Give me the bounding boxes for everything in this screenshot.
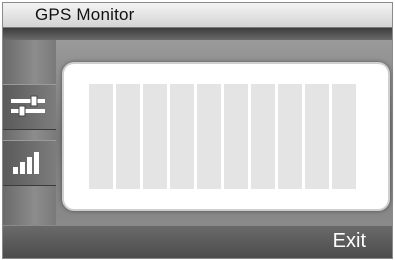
signal-strength-icon xyxy=(13,152,39,174)
signal-bars xyxy=(89,84,356,189)
signal-bar xyxy=(197,84,221,189)
signal-bar xyxy=(143,84,167,189)
signal-bar xyxy=(278,84,302,189)
signal-bar xyxy=(89,84,113,189)
signal-bar xyxy=(224,84,248,189)
signal-bar xyxy=(332,84,356,189)
sidebar-item-signal[interactable] xyxy=(3,140,56,186)
sidebar-item-settings[interactable] xyxy=(3,84,56,130)
signal-bar xyxy=(116,84,140,189)
signal-bar xyxy=(251,84,275,189)
window-title: GPS Monitor xyxy=(35,5,135,24)
signal-bar xyxy=(170,84,194,189)
signal-panel xyxy=(64,64,388,209)
toolbar-strip xyxy=(3,28,392,40)
title-bar: GPS Monitor xyxy=(3,3,392,28)
sliders-icon xyxy=(11,95,45,117)
signal-bar xyxy=(305,84,329,189)
sidebar xyxy=(3,40,56,225)
bottom-bar: Exit xyxy=(3,225,392,258)
exit-button[interactable]: Exit xyxy=(333,230,366,253)
